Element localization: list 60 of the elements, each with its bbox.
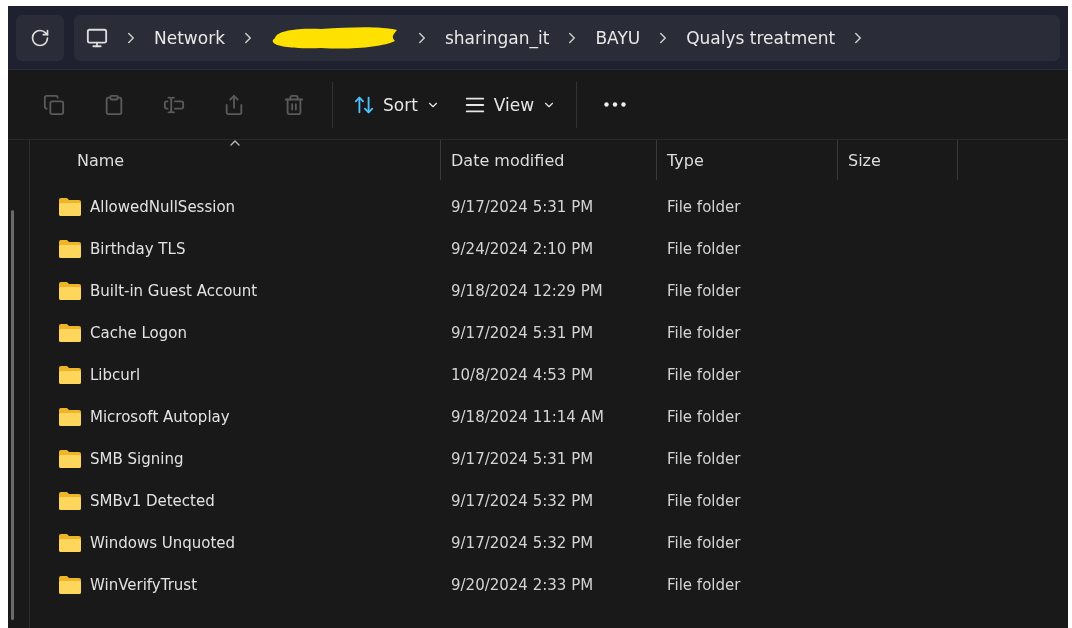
folder-icon [58,365,82,385]
date-cell-text: 9/20/2024 2:33 PM [450,576,595,594]
view-button[interactable]: View [451,87,569,122]
file-name[interactable]: SMBv1 Detected [90,492,215,510]
column-header[interactable]: Size [838,140,958,180]
file-name[interactable]: Built-in Guest Account [90,282,258,300]
file-name[interactable]: Windows Unquoted [90,534,236,552]
type-cell-text: File folder [666,576,742,594]
column-header[interactable]: Type [657,140,838,180]
type-cell-text: File folder [666,240,742,258]
date-cell-text: 9/18/2024 12:29 PM [450,282,604,300]
paste-icon [103,93,125,116]
file-name[interactable]: AllowedNullSession [90,198,236,216]
trash-icon [283,93,305,116]
folder-icon [58,491,82,511]
refresh-icon [30,27,50,48]
file-name[interactable]: WinVerifyTrust [90,576,198,594]
date-cell-text: 9/17/2024 5:31 PM [450,324,595,342]
column-header[interactable]: Name [30,140,441,180]
folder-icon [58,239,82,259]
breadcrumb-item[interactable]: sharingan_it [445,27,550,48]
file-name[interactable]: Birthday TLS [90,240,186,258]
folder-icon [58,575,82,595]
folder-icon [58,197,82,217]
computer-icon[interactable] [86,26,108,49]
type-cell-text: File folder [666,450,742,468]
folder-icon [58,323,82,343]
folder-icon [58,407,82,427]
date-cell-text: 9/24/2024 2:10 PM [450,240,595,258]
type-cell-text: File folder [666,198,742,216]
type-cell-text: File folder [666,282,742,300]
folder-icon [58,281,82,301]
file-name[interactable]: Cache Logon [90,324,187,342]
breadcrumb-item[interactable]: Qualys treatment [686,27,836,48]
column-header[interactable]: Date modified [441,140,657,180]
date-cell-text: 9/17/2024 5:31 PM [450,198,595,216]
more-icon [604,102,627,107]
date-cell-text: 10/8/2024 4:53 PM [450,366,595,384]
copy-icon [43,93,65,116]
type-cell-text: File folder [666,366,742,384]
address-bar[interactable]: Network sharingan_it BAYU Qualys treatment [74,14,1060,61]
breadcrumb-item[interactable]: BAYU [595,27,641,48]
sort-button[interactable]: Sort [341,87,452,122]
date-cell-text: 9/17/2024 5:32 PM [450,534,595,552]
date-cell-text: 9/18/2024 11:14 AM [450,408,605,426]
date-cell-text: 9/17/2024 5:32 PM [450,492,595,510]
type-cell-text: File folder [666,408,742,426]
breadcrumb-item[interactable]: Network [154,27,225,48]
scrollbar[interactable] [11,210,14,620]
type-cell-text: File folder [666,492,742,510]
folder-icon [58,533,82,553]
share-icon [223,93,245,116]
type-cell-text: File folder [666,534,742,552]
date-cell-text: 9/17/2024 5:31 PM [450,450,595,468]
file-name[interactable]: Libcurl [90,366,141,384]
type-cell-text: File folder [666,324,742,342]
file-name[interactable]: SMB Signing [90,450,184,468]
folder-icon [58,449,82,469]
refresh-button[interactable] [16,14,64,61]
file-name[interactable]: Microsoft Autoplay [90,408,230,426]
